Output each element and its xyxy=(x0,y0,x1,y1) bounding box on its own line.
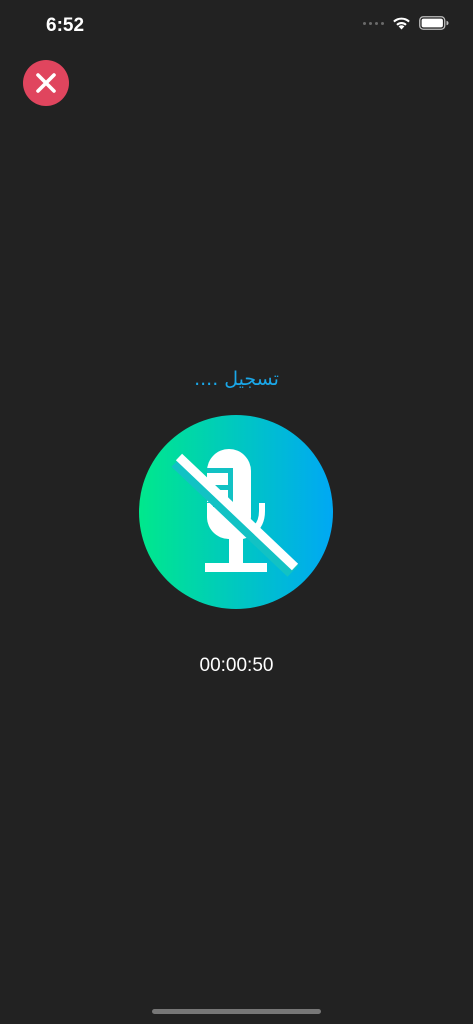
battery-icon xyxy=(419,16,449,30)
mic-toggle-button[interactable] xyxy=(139,415,333,609)
status-indicators xyxy=(363,16,449,30)
recording-timer: 00:00:50 xyxy=(199,655,274,676)
home-indicator[interactable] xyxy=(152,1009,321,1014)
status-bar: 6:52 xyxy=(0,0,473,50)
mic-off-icon xyxy=(171,449,299,577)
close-icon xyxy=(36,73,56,93)
recording-screen: 6:52 تسجيل .... 00:00:50 xyxy=(0,0,473,1024)
status-time: 6:52 xyxy=(46,15,85,36)
wifi-icon xyxy=(393,17,410,30)
cellular-signal-icon xyxy=(363,21,384,25)
recording-status-label: تسجيل .... xyxy=(194,368,279,390)
close-button[interactable] xyxy=(23,60,69,106)
